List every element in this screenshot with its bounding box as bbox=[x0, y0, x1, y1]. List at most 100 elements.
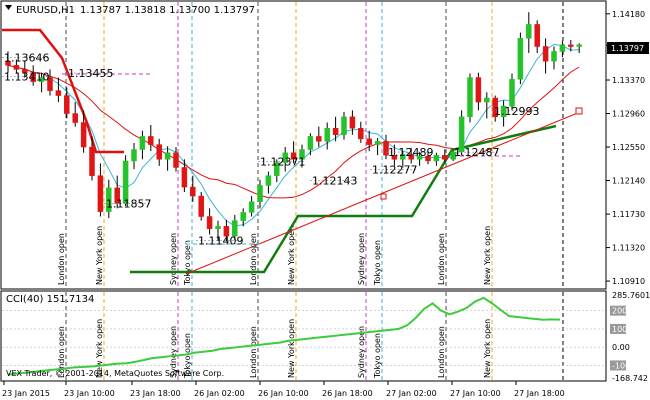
trendline-handle bbox=[575, 107, 583, 115]
candle-body bbox=[316, 136, 322, 142]
session-label: Tokyo open bbox=[373, 240, 382, 286]
candle-body bbox=[64, 95, 70, 114]
candle-body bbox=[139, 136, 146, 150]
time-tick-label: 23 Jan 10:00 bbox=[64, 389, 115, 398]
candle-body bbox=[89, 146, 95, 176]
session-label-cci: Tokyo open bbox=[373, 333, 382, 379]
level-label: 1.12993 bbox=[494, 105, 540, 118]
session-label-cci: London open bbox=[437, 326, 446, 378]
session-label-cci: New York open bbox=[287, 319, 296, 378]
time-tick-label: 27 Jan 18:00 bbox=[514, 389, 565, 398]
session-label: Tokyo open bbox=[183, 240, 192, 286]
candle-body bbox=[358, 127, 364, 140]
level-label: 1.12489 bbox=[388, 146, 434, 159]
price-tick-label: 1.13370 bbox=[612, 76, 645, 85]
candle-body bbox=[80, 122, 87, 148]
candle-body bbox=[341, 116, 347, 136]
candle-body bbox=[324, 127, 330, 142]
chart-stage: London open New York open Sydney open Tokyo… bbox=[0, 0, 650, 398]
level-label: 1.12371 bbox=[260, 156, 306, 169]
candle-body bbox=[131, 149, 137, 162]
candle-body bbox=[475, 77, 482, 103]
candle-body bbox=[156, 144, 162, 160]
candle-body bbox=[467, 77, 473, 118]
level-label: 1.12487 bbox=[454, 146, 500, 159]
time-tick-label: 26 Jan 18:00 bbox=[322, 389, 373, 398]
candle-body bbox=[509, 78, 515, 107]
candle-body bbox=[72, 113, 78, 123]
ohlc-readout: 1.13787 1.13818 1.13700 1.13797 bbox=[80, 5, 255, 16]
current-price-label: 1.13797 bbox=[611, 44, 644, 53]
time-tick-label: 26 Jan 02:00 bbox=[194, 389, 245, 398]
candle-body bbox=[576, 44, 582, 47]
level-label: 1.11857 bbox=[106, 198, 152, 211]
candle-body bbox=[433, 154, 440, 162]
cci-title: CCI(40) 151.7134 bbox=[6, 294, 94, 305]
candle-body bbox=[526, 24, 532, 39]
candle-body bbox=[206, 216, 213, 230]
cci-tick-label: -168.742 bbox=[612, 374, 648, 383]
level-label: 1.11409 bbox=[198, 234, 244, 247]
price-tick-label: 1.12140 bbox=[612, 177, 645, 186]
price-tick-label: 1.10910 bbox=[612, 277, 645, 286]
candle-body bbox=[374, 141, 381, 145]
candle-body bbox=[198, 195, 204, 217]
time-tick-label: 26 Jan 10:00 bbox=[258, 389, 309, 398]
candle-body bbox=[13, 65, 20, 70]
session-label: New York open bbox=[483, 226, 492, 285]
level-label: 1.13646 bbox=[4, 51, 50, 64]
candle-body bbox=[349, 116, 356, 129]
candle-body bbox=[551, 51, 557, 62]
candle-body bbox=[173, 152, 179, 168]
time-tick-label: 27 Jan 10:00 bbox=[450, 389, 501, 398]
session-label: London open bbox=[249, 233, 258, 285]
session-label-cci: New York open bbox=[483, 319, 492, 378]
price-tick-label: 1.12550 bbox=[612, 143, 645, 152]
candle-body bbox=[55, 90, 62, 96]
time-axis: 23 Jan 2015 23 Jan 10:00 23 Jan 18:00 26 Ja… bbox=[2, 381, 565, 398]
candle-body bbox=[215, 226, 221, 230]
candle-body bbox=[248, 201, 255, 213]
cci-tick-label: 0.00 bbox=[612, 343, 630, 352]
price-tick-label: 1.12960 bbox=[612, 110, 645, 119]
cci-tick-label: 200 bbox=[612, 307, 627, 316]
session-label: New York open bbox=[287, 226, 296, 285]
session-label: London open bbox=[437, 233, 446, 285]
time-tick-label: 23 Jan 18:00 bbox=[130, 389, 181, 398]
candle-body bbox=[164, 152, 171, 160]
trendline-anchor bbox=[380, 193, 387, 200]
level-label: 1.13455 bbox=[68, 67, 114, 80]
candle-body bbox=[265, 175, 272, 186]
level-label: 1.13410 bbox=[4, 71, 50, 84]
candle-body bbox=[534, 24, 540, 47]
candle-body bbox=[240, 212, 246, 221]
candle-body bbox=[484, 97, 490, 103]
price-tick-label: 1.11320 bbox=[612, 244, 645, 253]
session-label: New York open bbox=[95, 226, 104, 285]
candle-body bbox=[517, 38, 524, 80]
candle-body bbox=[181, 167, 188, 188]
level-label: 1.12277 bbox=[372, 163, 418, 176]
candle-body bbox=[307, 136, 314, 150]
session-label-cci: London open bbox=[249, 326, 258, 378]
candle-body bbox=[97, 175, 104, 212]
time-tick-label: 27 Jan 02:00 bbox=[386, 389, 437, 398]
candle-body bbox=[559, 44, 566, 52]
chart-symbol-title: EURUSD,H1 bbox=[16, 5, 75, 16]
candle-body bbox=[568, 44, 574, 47]
cci-tick-label: 100 bbox=[612, 325, 627, 334]
session-label: Sydney open bbox=[357, 233, 366, 285]
time-tick-label: 23 Jan 2015 bbox=[2, 389, 50, 398]
candle-body bbox=[190, 186, 196, 197]
candle-body bbox=[257, 185, 263, 203]
candle-body bbox=[366, 138, 372, 145]
candle-body bbox=[332, 127, 339, 136]
session-label: Sydney open bbox=[169, 233, 178, 285]
cci-tick-label: 285.7601 bbox=[612, 291, 650, 300]
cci-axis: 285.7601 200 100 0.00 -100 -168.742 bbox=[610, 291, 650, 383]
candle-body bbox=[442, 154, 448, 160]
price-tick-label: 1.11730 bbox=[612, 210, 645, 219]
candle-body bbox=[542, 46, 549, 62]
candle-body bbox=[148, 136, 154, 145]
level-label: 1.12143 bbox=[312, 174, 358, 187]
